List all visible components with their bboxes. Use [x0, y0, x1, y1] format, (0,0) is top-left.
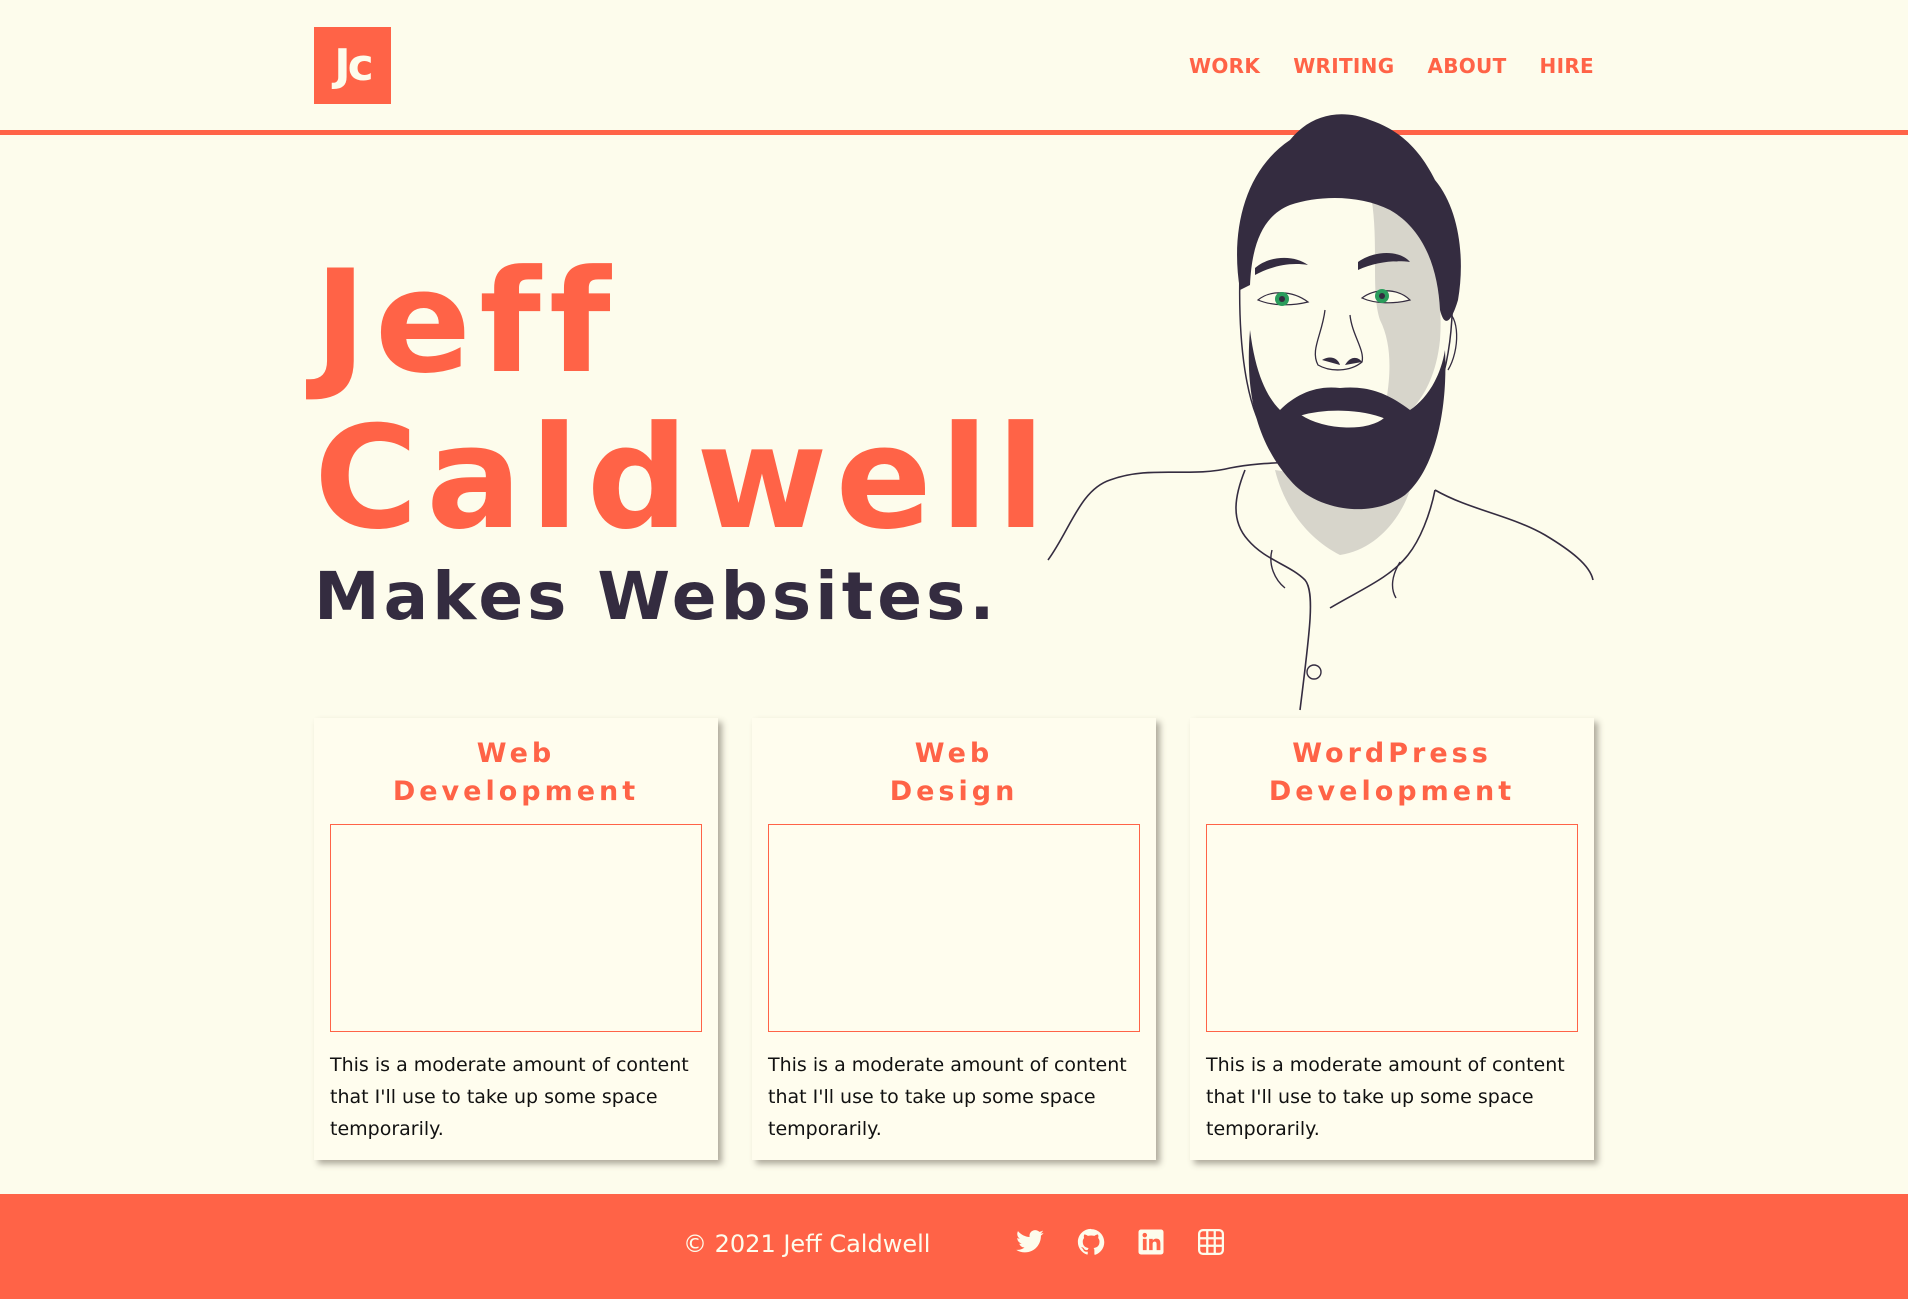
service-card-web-design: Web Design This is a moderate amount of … [752, 718, 1156, 1160]
nav-about-link[interactable]: ABOUT [1427, 54, 1506, 78]
card-title-line2: Development [1268, 776, 1516, 807]
site-logo[interactable]: Jc [314, 27, 391, 104]
nav-hire-link[interactable]: HIRE [1540, 54, 1594, 78]
nav-work-link[interactable]: WORK [1189, 54, 1260, 78]
github-icon[interactable] [1076, 1227, 1106, 1257]
service-card-web-development: Web Development This is a moderate amoun… [314, 718, 718, 1160]
codepen-icon[interactable] [1196, 1227, 1226, 1257]
card-description: This is a moderate amount of content tha… [1206, 1054, 1565, 1140]
nav-writing-link[interactable]: WRITING [1293, 54, 1394, 78]
site-footer: © 2021 Jeff Caldwell [0, 1194, 1908, 1299]
hero-name: Jeff Caldwell [314, 245, 1053, 557]
copyright-text: © 2021 Jeff Caldwell [683, 1230, 931, 1258]
card-title-line2: Design [889, 776, 1019, 807]
card-title-line2: Development [392, 776, 640, 807]
card-description: This is a moderate amount of content tha… [768, 1054, 1127, 1140]
hero-name-last: Caldwell [314, 396, 1054, 561]
linkedin-icon[interactable] [1136, 1227, 1166, 1257]
card-title-line1: Web [914, 738, 994, 769]
card-image-placeholder [1206, 824, 1578, 1032]
twitter-icon[interactable] [1015, 1227, 1045, 1257]
card-description: This is a moderate amount of content tha… [330, 1054, 689, 1140]
card-title-line1: Web [476, 738, 556, 769]
card-title: WordPress Development [1190, 718, 1594, 811]
card-image-placeholder [330, 824, 702, 1032]
card-title: Web Development [314, 718, 718, 811]
main-nav: WORK WRITING ABOUT HIRE [1189, 54, 1594, 78]
card-title-line1: WordPress [1292, 738, 1492, 769]
header-divider [0, 130, 1908, 135]
hero-name-first: Jeff [314, 240, 619, 405]
hero-tagline: Makes Websites. [314, 558, 999, 635]
service-card-wordpress-development: WordPress Development This is a moderate… [1190, 718, 1594, 1160]
card-image-placeholder [768, 824, 1140, 1032]
card-title: Web Design [752, 718, 1156, 811]
portrait-illustration [1047, 114, 1594, 711]
